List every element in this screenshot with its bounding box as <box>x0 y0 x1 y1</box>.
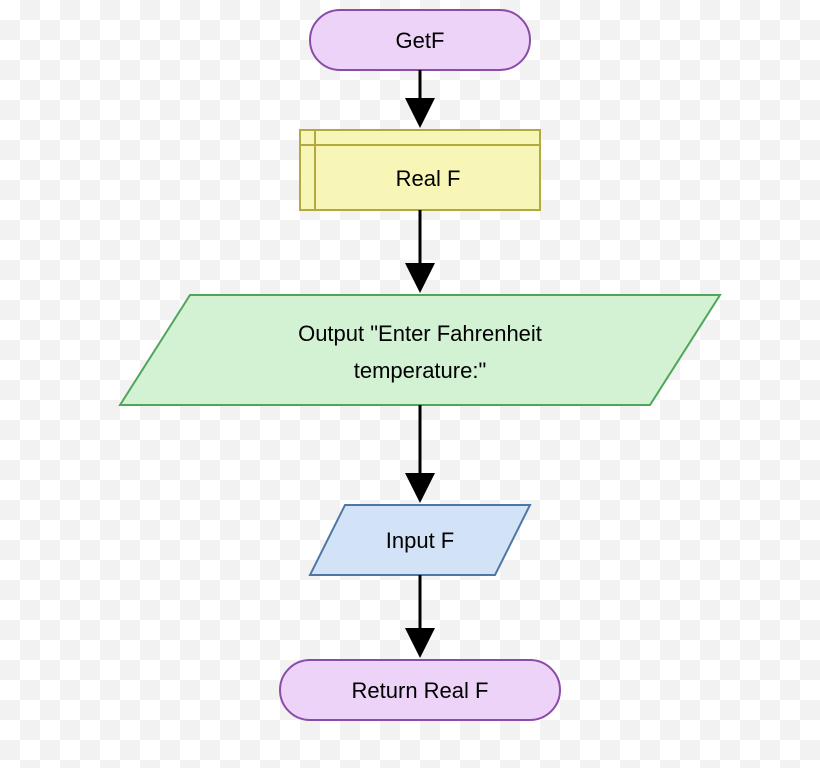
flowchart-canvas: GetF Real F Output "Enter Fahrenheit tem… <box>0 0 820 768</box>
node-start-label: GetF <box>396 28 445 53</box>
node-return-label: Return Real F <box>352 678 489 703</box>
node-input: Input F <box>310 505 530 575</box>
node-declare: Real F <box>300 130 540 210</box>
node-input-label: Input F <box>386 528 454 553</box>
node-output: Output "Enter Fahrenheit temperature:" <box>120 295 720 405</box>
node-output-line1: Output "Enter Fahrenheit <box>298 321 542 346</box>
node-return: Return Real F <box>280 660 560 720</box>
node-start: GetF <box>310 10 530 70</box>
node-declare-label: Real F <box>396 166 461 191</box>
node-output-line2: temperature:" <box>354 358 487 383</box>
flowchart-svg: GetF Real F Output "Enter Fahrenheit tem… <box>0 0 820 768</box>
